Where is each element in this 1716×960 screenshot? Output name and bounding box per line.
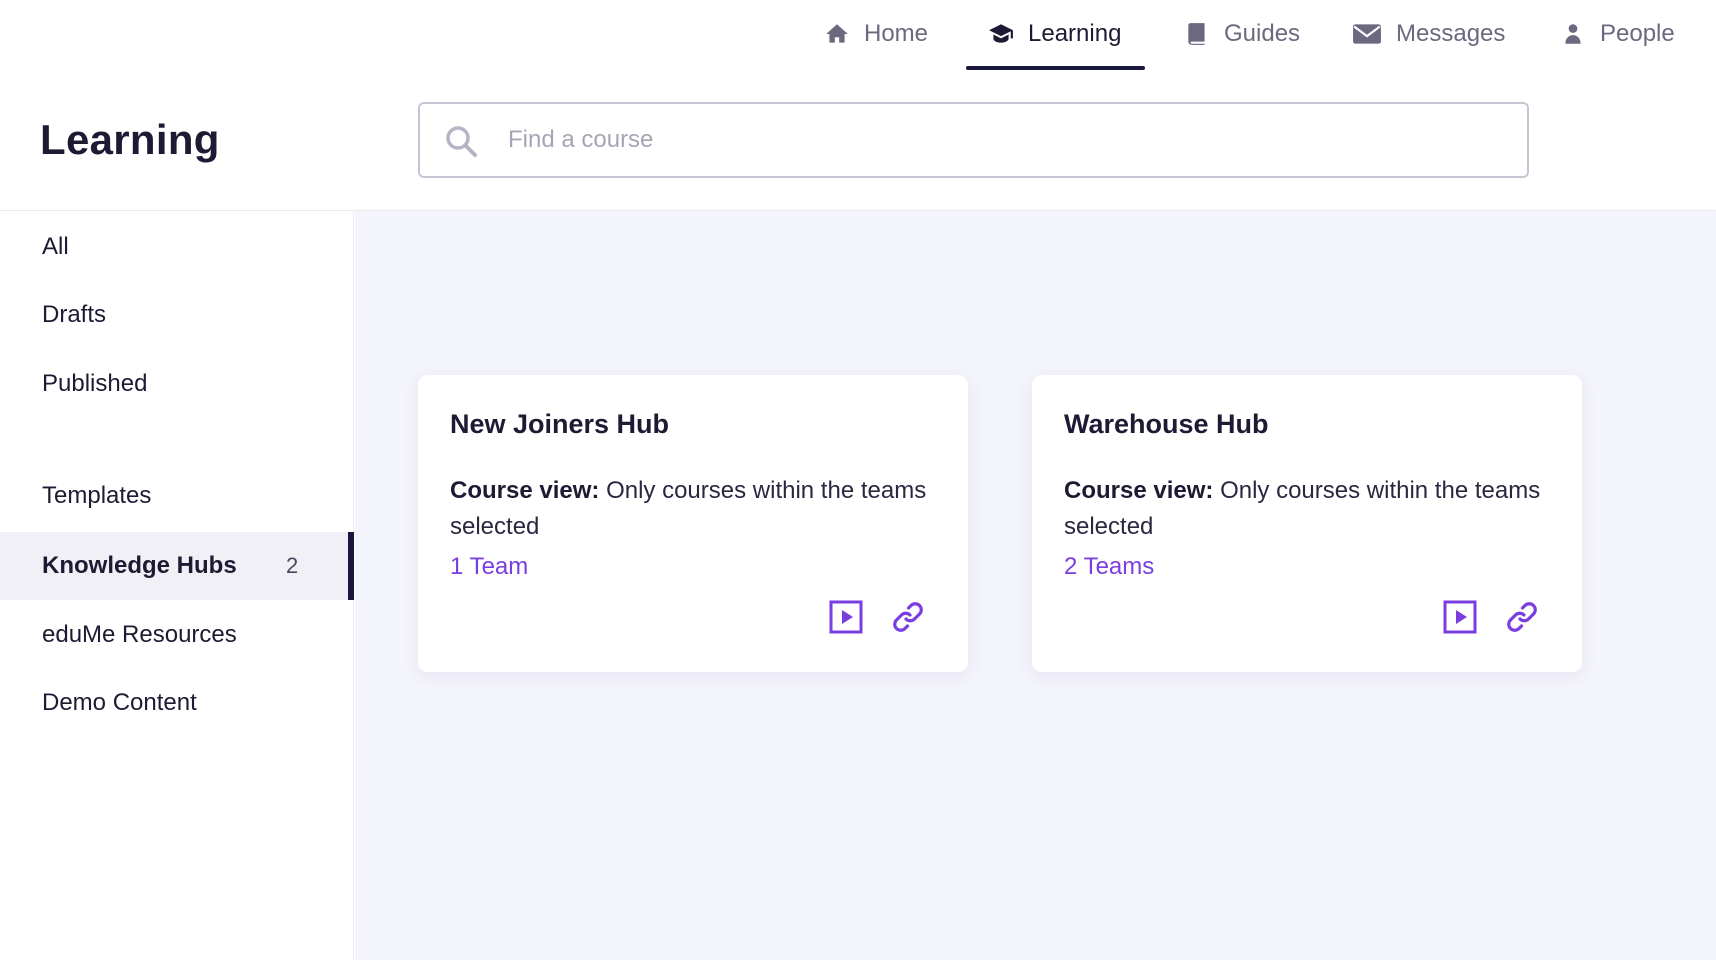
page-title: Learning [40, 116, 220, 163]
search-input[interactable] [508, 116, 1488, 164]
link-icon[interactable] [890, 599, 926, 635]
sidebar-item-label: Published [42, 370, 148, 397]
nav-home-label: Home [864, 20, 929, 47]
sidebar-item-all[interactable]: All [0, 213, 354, 281]
hub-actions [828, 599, 926, 635]
search-icon [444, 124, 478, 158]
nav-people-label: People [1600, 20, 1675, 47]
nav-people[interactable]: People [1560, 0, 1675, 70]
play-icon[interactable] [1442, 599, 1478, 635]
hub-teams-link[interactable]: 1 Team [450, 553, 528, 581]
sidebar-item-label: Demo Content [42, 689, 197, 716]
hub-card[interactable]: Warehouse Hub Course view: Only courses … [1032, 375, 1582, 672]
sidebar-item-drafts[interactable]: Drafts [0, 281, 354, 349]
book-icon [1184, 21, 1210, 47]
hub-card[interactable]: New Joiners Hub Course view: Only course… [418, 375, 968, 672]
nav-messages[interactable]: Messages [1352, 0, 1505, 70]
sidebar-item-knowledge-hubs[interactable]: Knowledge Hubs 2 [0, 532, 354, 600]
nav-guides-label: Guides [1224, 20, 1301, 47]
link-icon[interactable] [1504, 599, 1540, 635]
hub-title: New Joiners Hub [450, 409, 670, 439]
sidebar-item-label: Knowledge Hubs [42, 552, 237, 579]
hub-course-view: Course view: Only courses within the tea… [450, 473, 940, 545]
sidebar-item-label: Templates [42, 482, 152, 509]
sidebar-item-demo-content[interactable]: Demo Content [0, 669, 354, 737]
app-root: Home Learning Guides Messages People Lea… [0, 0, 1716, 960]
sidebar-item-edume-resources[interactable]: eduMe Resources [0, 601, 354, 669]
play-icon[interactable] [828, 599, 864, 635]
sidebar: All Drafts Published Templates Knowledge… [0, 211, 354, 960]
nav-learning[interactable]: Learning [965, 0, 1146, 70]
hub-teams-link[interactable]: 2 Teams [1064, 553, 1154, 581]
hub-title: Warehouse Hub [1064, 409, 1269, 439]
graduation-cap-icon [988, 21, 1014, 47]
sidebar-item-published[interactable]: Published [0, 350, 354, 418]
nav-messages-label: Messages [1396, 20, 1506, 47]
home-icon [824, 21, 850, 47]
hub-actions [1442, 599, 1540, 635]
nav-guides[interactable]: Guides [1184, 0, 1300, 70]
course-view-label: Course view: [450, 477, 600, 504]
course-view-label: Course view: [1064, 477, 1214, 504]
sidebar-item-label: Drafts [42, 301, 107, 328]
sidebar-item-label: All [42, 233, 69, 260]
hub-course-view: Course view: Only courses within the tea… [1064, 473, 1554, 545]
nav-learning-label: Learning [1028, 20, 1122, 47]
envelope-icon [1352, 21, 1382, 47]
nav-home[interactable]: Home [824, 0, 928, 70]
person-icon [1560, 21, 1586, 47]
sidebar-item-templates[interactable]: Templates [0, 462, 354, 530]
sidebar-item-label: eduMe Resources [42, 621, 237, 648]
search-box[interactable] [418, 102, 1529, 178]
sidebar-item-count: 2 [286, 553, 299, 578]
